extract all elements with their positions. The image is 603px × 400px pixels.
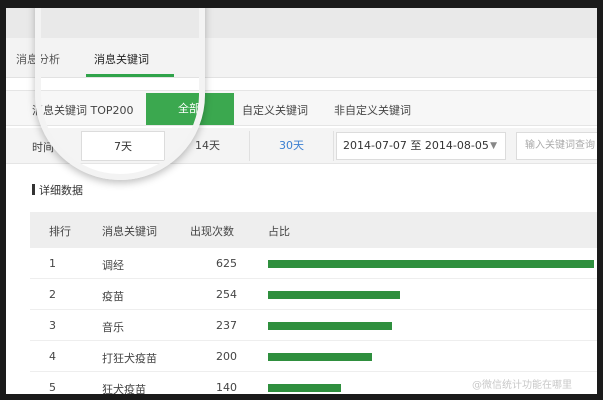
row-count: 237: [216, 319, 237, 332]
section-marker: [32, 184, 35, 195]
tab-message-analysis[interactable]: 消息分析: [16, 51, 60, 67]
row-rank: 5: [49, 381, 56, 394]
range-7-days[interactable]: 7天: [81, 131, 165, 161]
date-range-select[interactable]: 2014-07-07 至 2014-08-05 ▼: [336, 132, 506, 160]
row-keyword: 音乐: [102, 321, 124, 334]
filter-all-button[interactable]: 全部: [146, 93, 234, 125]
share-bar: [268, 291, 400, 299]
row-count: 200: [216, 350, 237, 363]
range-14-days[interactable]: 14天: [166, 131, 250, 161]
tab-bar: 消息分析 消息关键词: [6, 38, 597, 78]
watermark: @微信统计功能在哪里: [472, 380, 572, 391]
header-keyword: 消息关键词: [102, 225, 157, 238]
section-title-text: 详细数据: [39, 184, 83, 197]
header-share: 占比: [268, 225, 290, 238]
row-rank: 3: [49, 319, 56, 332]
share-bar: [268, 353, 372, 361]
row-count: 254: [216, 288, 237, 301]
row-keyword: 疫苗: [102, 290, 124, 303]
row-rank: 1: [49, 257, 56, 270]
screenshot-frame: 消息分析 消息关键词 消息关键词 TOP200 全部 自定义关键词 非自定义关键…: [0, 0, 603, 400]
row-rank: 4: [49, 350, 56, 363]
filter-noncustom-keywords[interactable]: 非自定义关键词: [334, 102, 411, 118]
row-count: 625: [216, 257, 237, 270]
top-bar: [6, 8, 597, 38]
table-row: 4 打狂犬疫苗 200: [30, 341, 597, 372]
filter-label: 消息关键词 TOP200: [32, 104, 134, 117]
frame-border-left: [0, 0, 6, 400]
header-rank: 排行: [49, 225, 71, 238]
table-row: 3 音乐 237: [30, 310, 597, 341]
frame-border-top: [0, 0, 603, 8]
share-bar: [268, 260, 594, 268]
share-bar: [268, 322, 392, 330]
chevron-down-icon: ▼: [490, 141, 497, 151]
date-range-value: 2014-07-07 至 2014-08-05: [343, 139, 489, 152]
keyword-search-input[interactable]: 输入关键词查询: [516, 132, 603, 160]
frame-border-right: [597, 0, 603, 400]
table-row: 2 疫苗 254: [30, 279, 597, 310]
row-keyword: 调经: [102, 259, 124, 272]
keyword-filter-bar: 消息关键词 TOP200 全部 自定义关键词 非自定义关键词: [6, 90, 597, 126]
share-bar: [268, 384, 341, 392]
tab-message-keywords[interactable]: 消息关键词: [94, 51, 149, 67]
table-header: 排行 消息关键词 出现次数 占比: [30, 212, 597, 248]
filter-custom-keywords[interactable]: 自定义关键词: [242, 102, 308, 118]
row-keyword: 打狂犬疫苗: [102, 352, 157, 365]
row-rank: 2: [49, 288, 56, 301]
section-title: 详细数据: [32, 182, 83, 198]
time-filter-bar: 时间 7天 14天 30天 2014-07-07 至 2014-08-05 ▼ …: [6, 128, 603, 164]
range-30-days[interactable]: 30天: [250, 131, 334, 161]
row-count: 140: [216, 381, 237, 394]
table-row: 1 调经 625: [30, 248, 597, 279]
active-tab-indicator: [86, 74, 174, 77]
frame-border-bottom: [0, 394, 603, 400]
header-count: 出现次数: [190, 225, 234, 238]
time-label: 时间: [32, 141, 54, 154]
